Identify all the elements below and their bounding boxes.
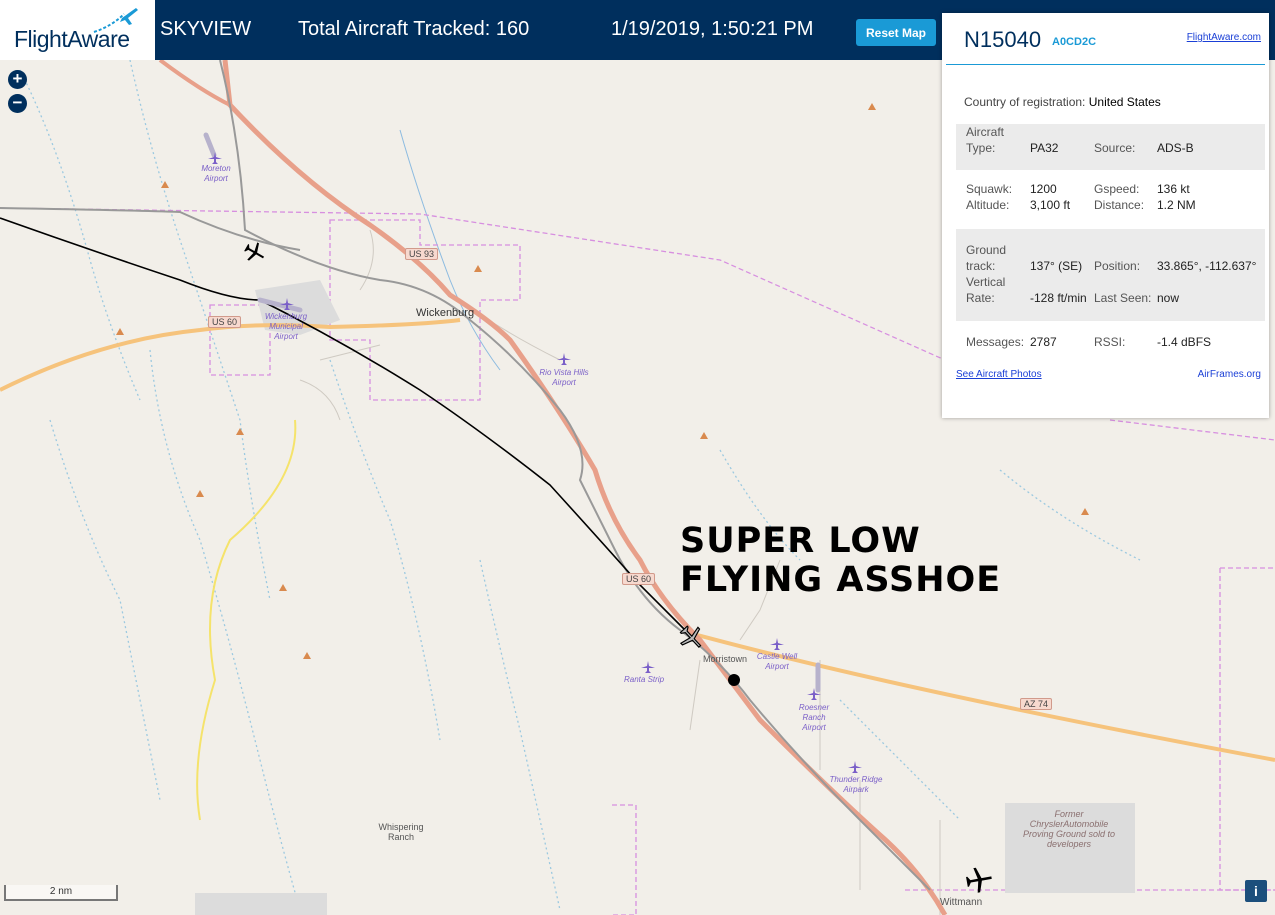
airport-icon bbox=[807, 688, 821, 700]
receiver-location-dot bbox=[728, 674, 740, 686]
distance-label: Distance: bbox=[1094, 198, 1145, 212]
country-label: Country of registration: bbox=[964, 95, 1086, 109]
messages-value: 2787 bbox=[1030, 335, 1057, 349]
airport-rio-vista: Rio Vista Hills Airport bbox=[539, 368, 589, 387]
ground-track-label: Ground track: bbox=[966, 243, 1007, 273]
airframes-link[interactable]: AirFrames.org bbox=[1198, 369, 1261, 380]
vertical-rate-value: -128 ft/min bbox=[1030, 291, 1087, 305]
place-whispering-ranch: Whispering Ranch bbox=[378, 822, 424, 842]
flightaware-logo[interactable]: FlightAware bbox=[0, 0, 155, 60]
place-morristown: Morristown bbox=[703, 654, 748, 664]
airport-ranta-strip: Ranta Strip bbox=[624, 675, 665, 684]
gspeed-label: Gspeed: bbox=[1094, 182, 1140, 196]
aircraft-type-label: Aircraft Type: bbox=[966, 125, 1005, 155]
airport-roesner-ranch: Roesner Ranch Airport bbox=[798, 703, 830, 732]
vertical-rate-label: Vertical Rate: bbox=[966, 275, 1006, 305]
annotation-line-2: FLYING ASSHOE bbox=[680, 560, 1002, 600]
gspeed-value: 136 kt bbox=[1157, 182, 1190, 196]
position-value: 33.865°, -112.637° bbox=[1157, 259, 1257, 273]
shield-us60-west: US 60 bbox=[208, 316, 242, 328]
info-band-messages: Messages: 2787 RSSI: -1.4 dBFS bbox=[956, 334, 1265, 354]
aircraft-icao: A0CD2C bbox=[1052, 36, 1097, 48]
ground-track-value: 137° (SE) bbox=[1030, 259, 1083, 273]
shield-az74: AZ 74 bbox=[1020, 698, 1053, 710]
last-seen-value: now bbox=[1157, 291, 1180, 305]
airport-thunder-ridge: Thunder Ridge Airpark bbox=[829, 775, 883, 794]
airport-moreton: Moreton Airport bbox=[201, 164, 231, 183]
annotation-text: SUPER LOW FLYING ASSHOE bbox=[680, 522, 1001, 600]
plane-icon[interactable] bbox=[963, 865, 993, 895]
plane-icon[interactable] bbox=[242, 240, 266, 264]
last-seen-label: Last Seen: bbox=[1094, 291, 1152, 305]
plane-swoosh-icon bbox=[93, 8, 138, 33]
rssi-value: -1.4 dBFS bbox=[1157, 335, 1212, 349]
place-wickenburg: Wickenburg bbox=[416, 307, 475, 319]
zoom-out-button[interactable]: − bbox=[8, 94, 27, 113]
altitude-label: Altitude: bbox=[966, 198, 1010, 212]
app-name: SKYVIEW bbox=[160, 18, 252, 40]
panel-divider bbox=[946, 64, 1265, 65]
info-band-type: Aircraft Type: PA32 Source: ADS-B bbox=[956, 124, 1265, 170]
flightaware-link[interactable]: FlightAware.com bbox=[1187, 32, 1261, 43]
altitude-value: 3,100 ft bbox=[1030, 198, 1071, 212]
source-value: ADS-B bbox=[1157, 141, 1194, 155]
total-tracked: Total Aircraft Tracked: 160 bbox=[298, 18, 530, 40]
selected-plane-icon[interactable] bbox=[677, 623, 705, 651]
aircraft-registration: N15040 bbox=[964, 27, 1042, 52]
airport-icon bbox=[641, 661, 655, 673]
shield-us93: US 93 bbox=[405, 248, 439, 260]
airport-castle-well: Castle Well Airport bbox=[756, 652, 798, 671]
airport-icon bbox=[280, 298, 294, 310]
source-label: Source: bbox=[1094, 141, 1136, 155]
country-value: United States bbox=[1088, 95, 1161, 109]
datetime: 1/19/2019, 1:50:21 PM bbox=[611, 18, 814, 40]
messages-label: Messages: bbox=[966, 335, 1025, 349]
annotation-line-1: SUPER LOW bbox=[680, 521, 921, 561]
airport-icon bbox=[557, 353, 571, 365]
aircraft-type-value: PA32 bbox=[1030, 141, 1059, 155]
aircraft-photos-link[interactable]: See Aircraft Photos bbox=[956, 369, 1042, 380]
airport-wickenburg-municipal: Wickenburg Municipal Airport bbox=[264, 312, 308, 341]
zoom-in-button[interactable]: + bbox=[8, 70, 27, 89]
airport-icon bbox=[770, 638, 784, 650]
info-band-squawk: Squawk: 1200 Gspeed: 136 kt Altitude: 3,… bbox=[956, 181, 1265, 221]
reset-map-button[interactable]: Reset Map bbox=[856, 19, 936, 46]
place-chrysler-proving-ground: Former ChryslerAutomobile Proving Ground… bbox=[1022, 809, 1116, 849]
map-scale: 2 nm bbox=[4, 885, 118, 901]
airport-icon bbox=[848, 761, 862, 773]
place-wittmann: Wittmann bbox=[940, 897, 983, 908]
squawk-value: 1200 bbox=[1030, 182, 1057, 196]
position-label: Position: bbox=[1094, 259, 1141, 273]
rssi-label: RSSI: bbox=[1094, 335, 1126, 349]
aircraft-info-panel: N15040 A0CD2C FlightAware.com Country of… bbox=[942, 13, 1269, 418]
country-row: Country of registration: United States bbox=[964, 95, 1161, 109]
shield-us60-south: US 60 bbox=[622, 573, 656, 585]
airport-icon bbox=[208, 152, 222, 164]
info-band-track: Ground track: 137° (SE) Position: 33.865… bbox=[956, 229, 1265, 321]
squawk-label: Squawk: bbox=[966, 182, 1013, 196]
info-icon[interactable]: i bbox=[1245, 880, 1267, 902]
distance-value: 1.2 NM bbox=[1157, 198, 1196, 212]
